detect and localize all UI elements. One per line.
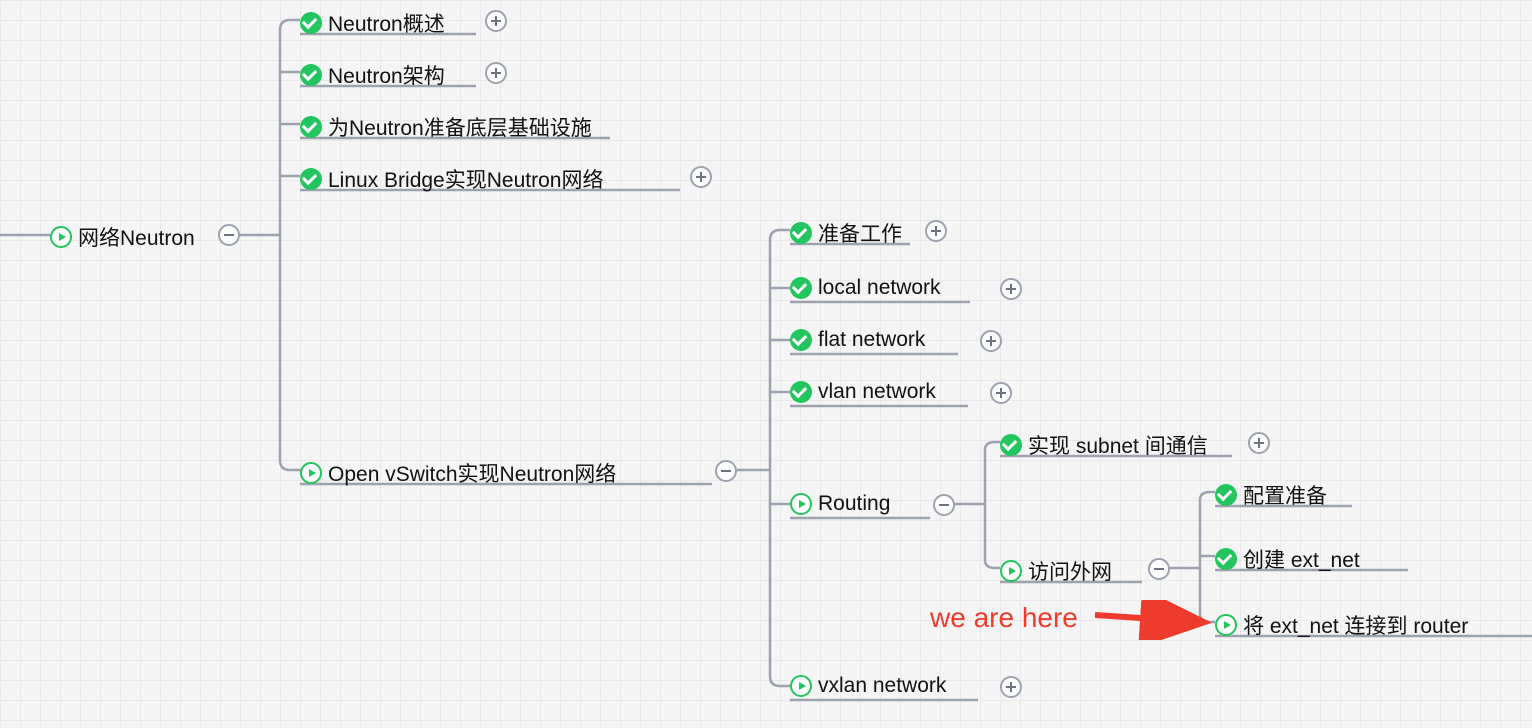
check-icon (300, 64, 322, 86)
node-label: 访问外网 (1028, 556, 1112, 586)
node-vxlan-network[interactable]: vxlan network (790, 674, 946, 698)
play-icon (50, 226, 72, 248)
node-label: 实现 subnet 间通信 (1028, 430, 1208, 460)
toggle-collapse[interactable] (1148, 558, 1170, 580)
node-access-external[interactable]: 访问外网 (1000, 556, 1112, 586)
node-create-ext-net[interactable]: 创建 ext_net (1215, 544, 1360, 574)
node-subnet-comm[interactable]: 实现 subnet 间通信 (1000, 430, 1208, 460)
node-routing[interactable]: Routing (790, 492, 890, 516)
check-icon (300, 12, 322, 34)
node-connect-ext-net[interactable]: 将 ext_net 连接到 router (1215, 610, 1468, 640)
node-label: 网络Neutron (78, 222, 195, 252)
toggle-expand[interactable] (690, 166, 712, 188)
node-ovs[interactable]: Open vSwitch实现Neutron网络 (300, 458, 616, 488)
node-neutron-overview[interactable]: Neutron概述 (300, 8, 445, 38)
play-icon (1215, 614, 1237, 636)
check-icon (790, 329, 812, 351)
toggle-expand[interactable] (925, 220, 947, 242)
node-label: vxlan network (818, 674, 946, 698)
node-flat-network[interactable]: flat network (790, 328, 925, 352)
node-linux-bridge[interactable]: Linux Bridge实现Neutron网络 (300, 164, 603, 194)
toggle-expand[interactable] (1248, 432, 1270, 454)
node-label: 为Neutron准备底层基础设施 (328, 112, 592, 142)
play-icon (790, 675, 812, 697)
toggle-expand[interactable] (990, 382, 1012, 404)
node-label: Neutron架构 (328, 60, 445, 90)
node-label: Linux Bridge实现Neutron网络 (328, 164, 603, 194)
node-prep[interactable]: 准备工作 (790, 218, 902, 248)
node-label: Open vSwitch实现Neutron网络 (328, 458, 616, 488)
node-label: 准备工作 (818, 218, 902, 248)
check-icon (300, 116, 322, 138)
node-label: Routing (818, 492, 890, 516)
check-icon (1215, 548, 1237, 570)
node-label: flat network (818, 328, 925, 352)
node-neutron-arch[interactable]: Neutron架构 (300, 60, 445, 90)
node-vlan-network[interactable]: vlan network (790, 380, 936, 404)
check-icon (790, 381, 812, 403)
node-label: vlan network (818, 380, 936, 404)
node-neutron-infra[interactable]: 为Neutron准备底层基础设施 (300, 112, 592, 142)
node-label: Neutron概述 (328, 8, 445, 38)
play-icon (790, 493, 812, 515)
annotation-text: we are here (930, 602, 1078, 634)
arrow-icon (1095, 600, 1215, 640)
toggle-collapse[interactable] (933, 494, 955, 516)
node-label: local network (818, 276, 941, 300)
check-icon (1215, 484, 1237, 506)
check-icon (790, 277, 812, 299)
check-icon (300, 168, 322, 190)
node-config-prep[interactable]: 配置准备 (1215, 480, 1327, 510)
play-icon (300, 462, 322, 484)
toggle-expand[interactable] (1000, 278, 1022, 300)
toggle-collapse[interactable] (218, 224, 240, 246)
node-root[interactable]: 网络Neutron (50, 222, 195, 252)
toggle-collapse[interactable] (715, 460, 737, 482)
toggle-expand[interactable] (485, 10, 507, 32)
node-label: 创建 ext_net (1243, 544, 1360, 574)
node-label: 配置准备 (1243, 480, 1327, 510)
check-icon (1000, 434, 1022, 456)
toggle-expand[interactable] (485, 62, 507, 84)
node-local-network[interactable]: local network (790, 276, 941, 300)
node-label: 将 ext_net 连接到 router (1243, 610, 1468, 640)
play-icon (1000, 560, 1022, 582)
check-icon (790, 222, 812, 244)
toggle-expand[interactable] (1000, 676, 1022, 698)
toggle-expand[interactable] (980, 330, 1002, 352)
